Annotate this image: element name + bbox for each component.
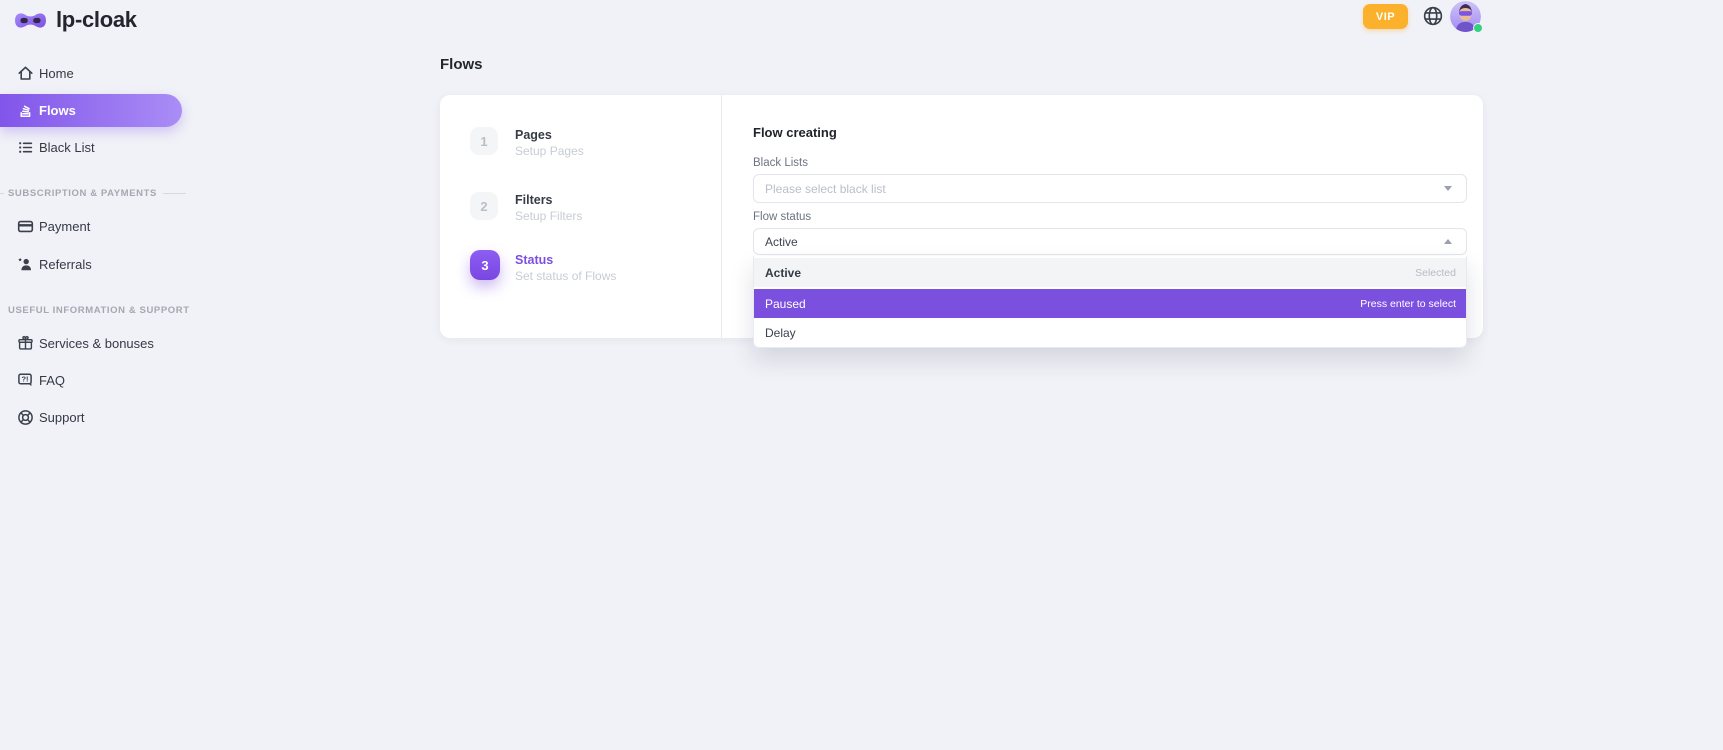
sidebar-item-flows[interactable]: Flows (0, 94, 182, 127)
step-pages[interactable]: 1 Pages Setup Pages (470, 127, 498, 155)
option-label: Paused (765, 297, 806, 311)
black-lists-select[interactable]: Please select black list (753, 174, 1467, 203)
form-title: Flow creating (753, 125, 837, 140)
option-label: Active (765, 266, 801, 280)
step-number-badge: 1 (470, 127, 498, 155)
sidebar-item-label: Black List (39, 140, 95, 155)
flow-wizard-card: 1 Pages Setup Pages 2 Filters Setup Filt… (440, 95, 1483, 338)
sidebar-item-faq[interactable]: ?! FAQ (0, 366, 200, 394)
sidebar-item-black-list[interactable]: Black List (0, 133, 200, 161)
globe-icon (1422, 5, 1444, 27)
sidebar-item-label: Payment (39, 219, 90, 234)
svg-text:?!: ?! (21, 374, 28, 383)
step-filters[interactable]: 2 Filters Setup Filters (470, 192, 498, 220)
sidebar-item-services-bonuses[interactable]: Services & bonuses (0, 329, 200, 357)
home-icon (17, 65, 34, 82)
app-root: lp-cloak VIP (0, 0, 1723, 750)
flow-status-dropdown: Active Selected Paused Press enter to se… (753, 256, 1467, 348)
step-subtitle: Setup Pages (515, 144, 584, 158)
step-title: Filters (515, 193, 553, 207)
brand-logo[interactable]: lp-cloak (14, 7, 137, 33)
sidebar-item-label: Home (39, 66, 74, 81)
flow-status-label: Flow status (753, 211, 811, 223)
sidebar-item-home[interactable]: Home (0, 59, 200, 87)
option-delay[interactable]: Delay (754, 318, 1466, 347)
sidebar-item-referrals[interactable]: Referrals (0, 250, 200, 278)
chevron-up-icon (1444, 239, 1452, 244)
flow-status-select[interactable]: Active (753, 228, 1467, 255)
page-title: Flows (440, 56, 483, 73)
black-lists-label: Black Lists (753, 157, 808, 169)
step-status[interactable]: 3 Status Set status of Flows (470, 250, 500, 280)
sidebar-item-label: FAQ (39, 373, 65, 388)
black-lists-placeholder: Please select black list (765, 182, 886, 196)
language-globe-button[interactable] (1422, 5, 1444, 27)
sidebar-item-support[interactable]: Support (0, 403, 200, 431)
sidebar-section-title: SUBSCRIPTION & PAYMENTS (0, 186, 186, 200)
sidebar-section-title: USEFUL INFORMATION & SUPPORT (0, 303, 186, 317)
step-title: Status (515, 253, 553, 267)
option-paused[interactable]: Paused Press enter to select (754, 287, 1466, 318)
lifebuoy-icon (17, 409, 34, 426)
step-number-badge: 3 (470, 250, 500, 280)
referrals-icon (17, 256, 34, 273)
option-hint: Press enter to select (1360, 298, 1456, 310)
step-subtitle: Set status of Flows (515, 269, 616, 283)
flows-icon (17, 102, 34, 119)
mask-icon (14, 9, 47, 32)
black-list-icon (17, 139, 34, 156)
sidebar-item-label: Referrals (39, 257, 92, 272)
vip-button[interactable]: VIP (1363, 4, 1408, 29)
credit-card-icon (17, 218, 34, 235)
option-label: Delay (765, 326, 796, 340)
faq-bubble-icon: ?! (17, 372, 34, 389)
brand-name: lp-cloak (56, 7, 137, 33)
card-divider (721, 95, 722, 338)
step-number-badge: 2 (470, 192, 498, 220)
gift-icon (17, 335, 34, 352)
chevron-down-icon (1444, 186, 1452, 191)
sidebar-item-label: Flows (39, 103, 76, 118)
online-status-dot (1473, 23, 1483, 33)
sidebar-item-payment[interactable]: Payment (0, 212, 200, 240)
user-avatar[interactable] (1450, 1, 1481, 32)
step-title: Pages (515, 128, 552, 142)
option-hint: Selected (1415, 267, 1456, 279)
step-subtitle: Setup Filters (515, 209, 582, 223)
flow-status-value: Active (765, 235, 798, 249)
sidebar-item-label: Support (39, 410, 85, 425)
sidebar-item-label: Services & bonuses (39, 336, 154, 351)
option-active[interactable]: Active Selected (754, 258, 1466, 287)
